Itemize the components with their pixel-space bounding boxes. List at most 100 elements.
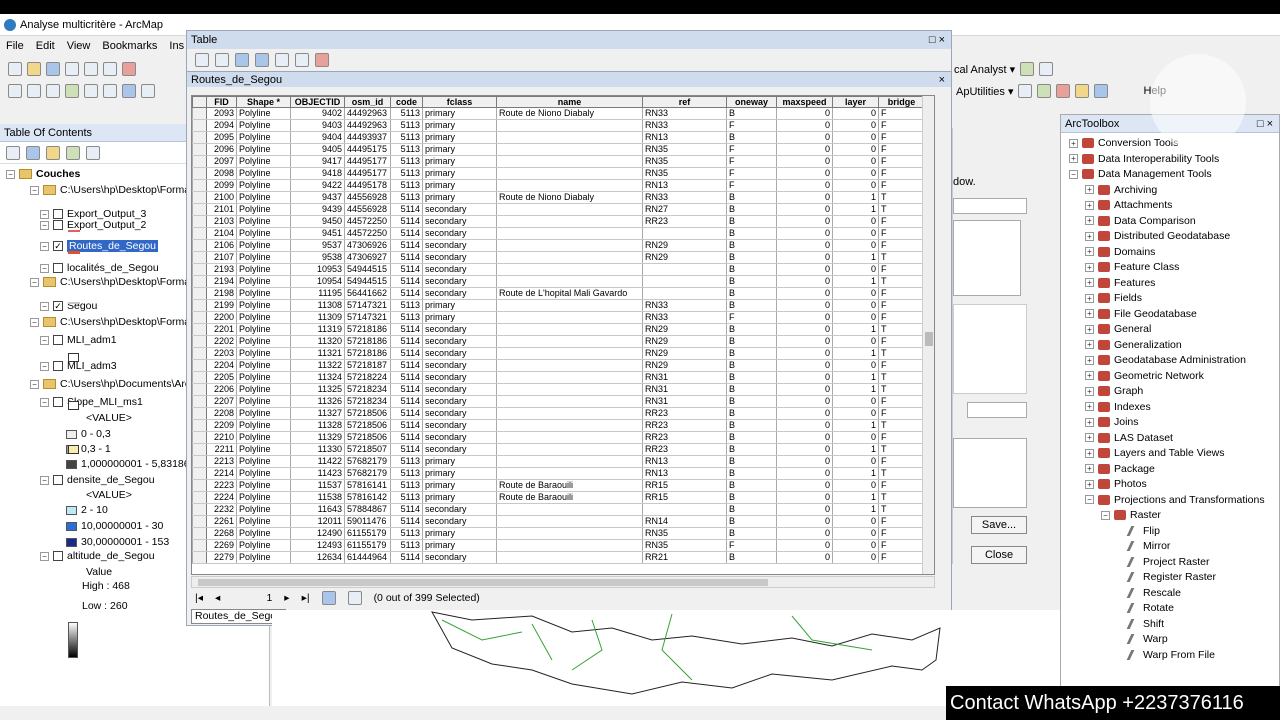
toolset-item[interactable]: + Data Comparison [1085,215,1196,227]
menu-item[interactable]: Bookmarks [96,40,163,52]
table-row[interactable]: 2204 Polyline 11322 57218187 5114 secondary RN… [192,359,925,372]
table-cell[interactable]: 2207 [206,395,237,408]
table-cell[interactable]: Polyline [236,287,291,300]
map-view[interactable] [272,610,1060,706]
list-by-source-icon[interactable] [26,145,40,160]
table-cell[interactable]: 0 [776,131,833,144]
table-cell[interactable]: F [878,455,925,468]
table-cell[interactable]: B [726,323,777,336]
table-cell[interactable]: 56441662 [344,287,391,300]
tool-item[interactable]: Warp [1126,633,1168,645]
table-cell[interactable] [496,179,643,192]
table-cell[interactable]: 0 [832,395,879,408]
table-cell[interactable] [642,275,727,288]
expand-icon[interactable]: + [1085,417,1094,427]
spatial-analyst-menu[interactable]: cal Analyst ▾ [954,63,1015,76]
table-cell[interactable]: primary [422,527,497,540]
toc-item[interactable]: − densite_de_Segou [40,474,155,486]
table-cell[interactable]: 0 [776,479,833,492]
toolset-item[interactable]: + Generalization [1085,339,1182,351]
table-cell[interactable]: 2200 [206,311,237,324]
toolset-item[interactable]: + Layers and Table Views [1085,447,1225,459]
table-cell[interactable]: F [878,155,925,168]
table-cell[interactable]: 11643 [290,503,345,516]
table-cell[interactable]: Polyline [236,551,291,564]
table-cell[interactable]: secondary [422,443,497,456]
tool-item[interactable]: Shift [1126,618,1164,630]
table-cell[interactable]: 0 [776,467,833,480]
table-cell[interactable]: 2100 [206,191,237,204]
table-cell[interactable]: 1 [832,251,879,264]
table-cell[interactable]: 0 [776,323,833,336]
table-cell[interactable]: 61444964 [344,551,391,564]
table-cell[interactable]: 2103 [206,215,237,228]
table-cell[interactable]: 2268 [206,527,237,540]
table-cell[interactable]: 0 [776,227,833,240]
table-cell[interactable]: 44495177 [344,167,391,180]
table-cell[interactable] [642,287,727,300]
table-cell[interactable]: secondary [422,275,497,288]
maximize-icon[interactable]: □ [929,34,936,46]
table-cell[interactable]: 5113 [390,191,423,204]
row-selector[interactable] [192,299,207,312]
previous-record-icon[interactable]: ◂ [215,592,220,604]
table-cell[interactable]: F [726,539,777,552]
table-cell[interactable]: 0 [832,539,879,552]
table-cell[interactable]: F [878,215,925,228]
toolset-item[interactable]: + Features [1085,277,1155,289]
expand-icon[interactable]: + [1085,371,1094,380]
expand-icon[interactable]: + [1085,200,1094,210]
table-cell[interactable]: Polyline [236,239,291,252]
table-cell[interactable]: Polyline [236,263,291,276]
table-cell[interactable]: F [878,143,925,156]
table-cell[interactable]: secondary [422,515,497,528]
table-cell[interactable]: 1 [832,467,879,480]
table-cell[interactable]: 0 [832,155,879,168]
table-cell[interactable]: 1 [832,323,879,336]
table-cell[interactable]: 57218186 [344,323,391,336]
tool-item[interactable]: Flip [1126,525,1160,537]
collapse-icon[interactable]: − [30,317,39,327]
table-cell[interactable]: 0 [776,143,833,156]
table-cell[interactable]: primary [422,455,497,468]
table-cell[interactable]: B [726,107,777,120]
table-cell[interactable]: 0 [776,491,833,504]
table-row[interactable]: 2100 Polyline 9437 44556928 5113 primary Route… [192,191,925,204]
table-cell[interactable]: 11538 [290,491,345,504]
table-cell[interactable]: T [878,251,925,264]
row-selector[interactable] [192,215,207,228]
snap-icon[interactable] [1056,84,1071,98]
table-cell[interactable]: F [878,107,925,120]
table-cell[interactable]: 2096 [206,143,237,156]
table-cell[interactable]: RN29 [642,335,727,348]
table-cell[interactable]: 61155179 [344,539,391,552]
table-cell[interactable]: RR23 [642,443,727,456]
table-cell[interactable]: Polyline [236,323,291,336]
table-cell[interactable]: F [878,359,925,372]
table-cell[interactable]: B [726,383,777,396]
toc-folder[interactable]: − C:\Users\hp\Desktop\Forma [30,276,190,288]
table-cell[interactable]: B [726,203,777,216]
table-row[interactable]: 2269 Polyline 12493 61155179 5113 primary RN35… [192,539,925,552]
row-selector[interactable] [192,503,207,516]
table-cell[interactable] [496,347,643,360]
toc-root[interactable]: − Couches [6,168,80,180]
table-cell[interactable]: 57218186 [344,335,391,348]
table-cell[interactable]: 10954 [290,275,345,288]
table-cell[interactable]: 1 [832,491,879,504]
collapse-icon[interactable]: − [1101,510,1110,520]
expand-icon[interactable]: + [1085,185,1094,194]
table-row[interactable]: 2101 Polyline 9439 44556928 5114 secondary RN2… [192,203,925,216]
toolset-item[interactable]: + Domains [1085,246,1155,258]
table-cell[interactable]: 0 [832,551,879,564]
table-cell[interactable]: B [726,503,777,516]
table-cell[interactable]: B [726,479,777,492]
table-cell[interactable]: 0 [776,119,833,132]
table-cell[interactable]: 0 [776,191,833,204]
table-cell[interactable]: 54944515 [344,275,391,288]
table-cell[interactable]: 59011476 [344,515,391,528]
toc-folder[interactable]: − C:\Users\hp\Desktop\Forma [30,184,190,196]
close-button[interactable]: Close [971,546,1027,564]
table-cell[interactable]: 0 [832,239,879,252]
table-cell[interactable]: 0 [832,527,879,540]
